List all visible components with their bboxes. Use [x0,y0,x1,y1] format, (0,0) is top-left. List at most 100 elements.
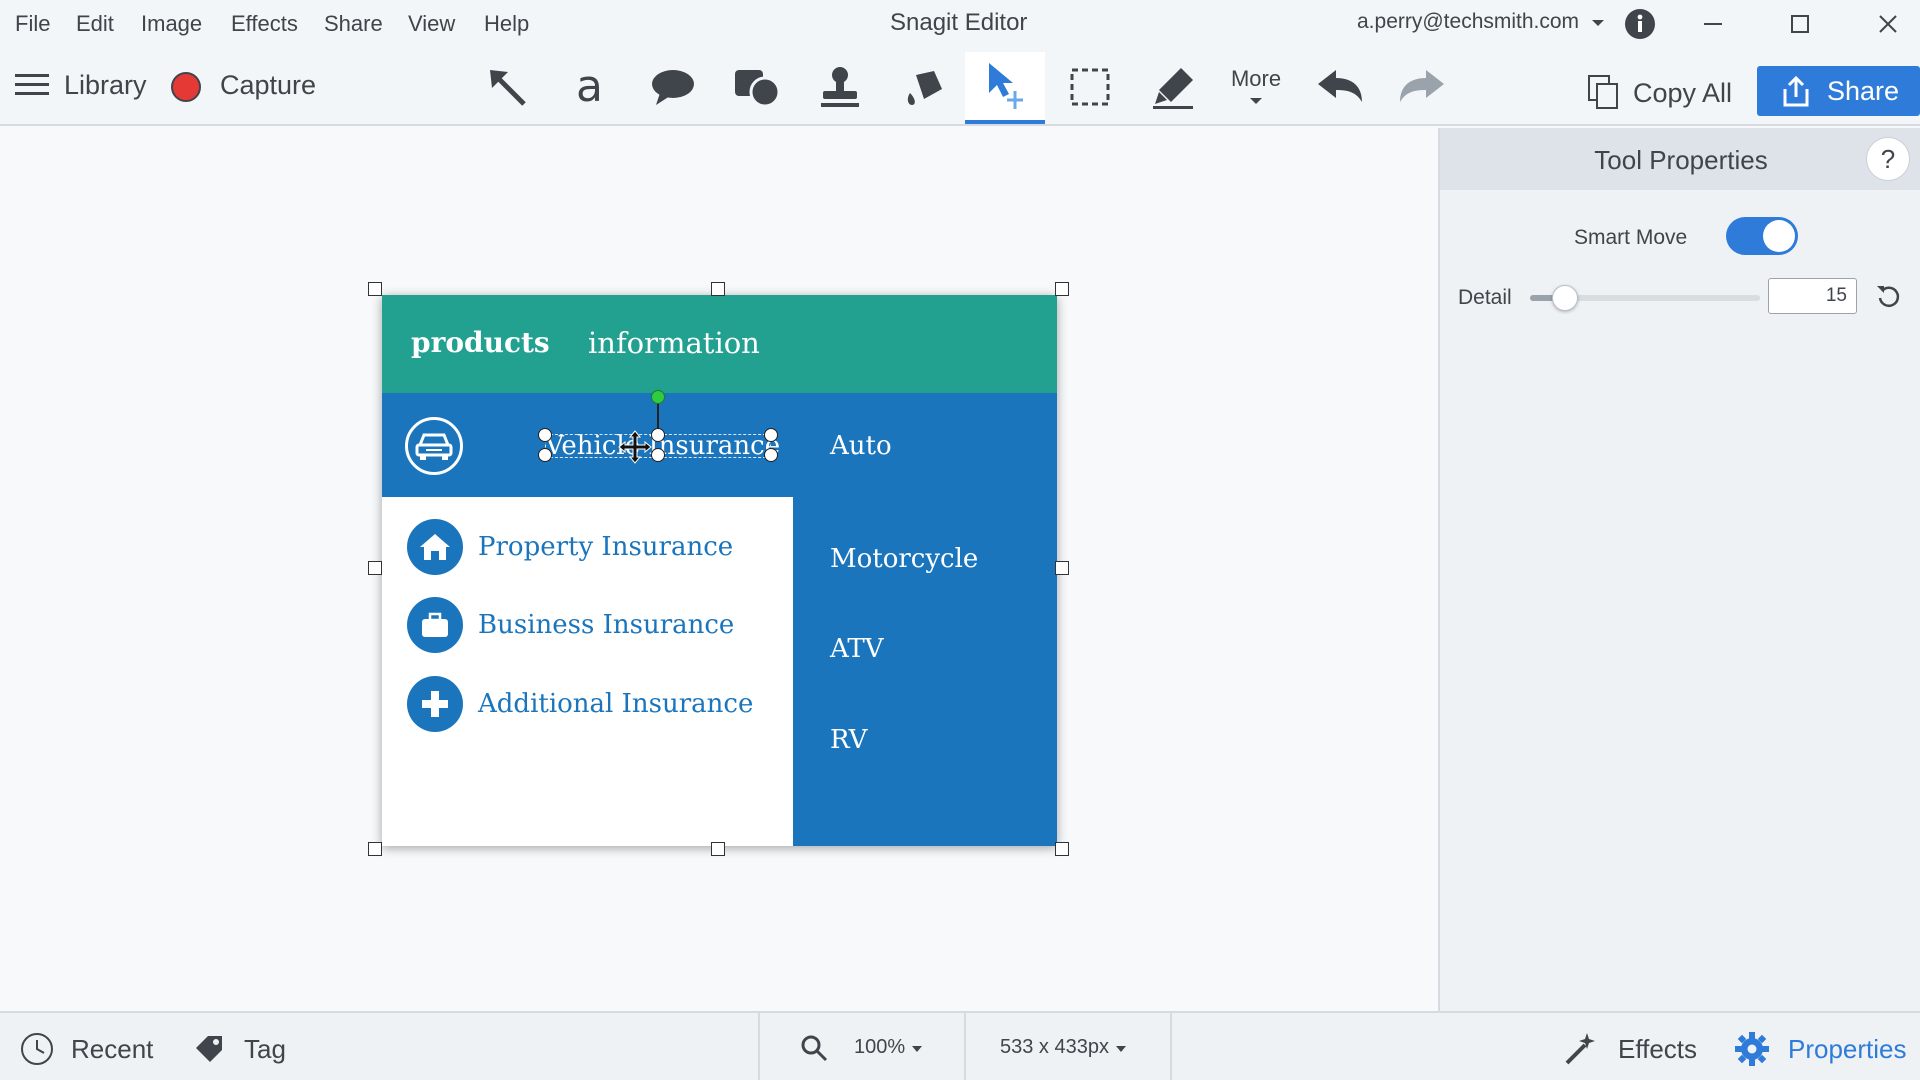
share-icon [1783,75,1809,107]
image-brand-regular: information [588,326,760,360]
image-sublinks: Motorcycle ATV RV [793,497,1057,846]
text-handle-s[interactable] [651,448,665,462]
copy-all-label[interactable]: Copy All [1633,78,1732,109]
stamp-tool[interactable] [800,54,880,120]
move-icon [989,63,1023,109]
resize-handle-nw[interactable] [368,282,382,296]
callout-tool[interactable] [633,54,713,120]
panel-header: Tool Properties ? [1440,128,1920,190]
stamp-icon [821,67,859,107]
highlighter-tool[interactable] [1134,54,1214,120]
close-button[interactable] [1868,6,1908,42]
text-handle-ne[interactable] [764,428,778,442]
menu-effects[interactable]: Effects [231,11,298,37]
share-button[interactable]: Share [1757,66,1920,116]
undo-button[interactable] [1300,54,1380,120]
briefcase-icon [407,597,463,653]
zoom-dropdown[interactable]: 100% [854,1036,923,1059]
capture-button[interactable] [170,71,202,108]
redo-button[interactable] [1382,54,1462,120]
text-icon: a [576,65,603,109]
text-handle-se[interactable] [764,448,778,462]
arrow-tool[interactable] [467,54,547,120]
resize-handle-se[interactable] [1055,842,1069,856]
menu-edit[interactable]: Edit [76,11,114,37]
recent-button[interactable] [20,1032,54,1071]
zoom-value: 100% [854,1036,906,1058]
move-cursor-icon [618,430,652,469]
rotate-handle[interactable] [651,390,665,404]
app-title: Snagit Editor [890,9,1028,36]
copy-all-button[interactable] [1587,74,1621,115]
menu-view[interactable]: View [408,11,455,37]
text-handle-sw[interactable] [538,448,552,462]
menu-file[interactable]: File [15,11,50,37]
hamburger-menu-button[interactable] [15,72,49,103]
list-item: Additional Insurance [407,676,753,732]
tool-properties-panel: Tool Properties ? Smart Move Detail [1438,128,1920,1011]
library-button[interactable]: Library [64,70,147,101]
resize-handle-s[interactable] [711,842,725,856]
effects-button[interactable] [1563,1031,1599,1072]
clock-icon [21,1033,53,1065]
menu-help[interactable]: Help [484,11,529,37]
status-bar: Recent Tag 100% 533 x 433px Effects Prop… [0,1011,1920,1080]
dimensions-value: 533 x 433px [1000,1036,1109,1058]
image-header: products information [382,295,1057,393]
move-tool[interactable] [965,52,1045,124]
properties-label[interactable]: Properties [1788,1034,1907,1065]
info-button[interactable] [1620,6,1660,42]
text-handle-nw[interactable] [538,428,552,442]
image-link-motorcycle: Motorcycle [830,544,979,574]
fill-tool[interactable] [884,54,964,120]
resize-handle-e[interactable] [1055,561,1069,575]
smart-move-toggle[interactable] [1726,217,1798,255]
smart-move-label: Smart Move [1574,226,1688,249]
account-menu[interactable]: a.perry@techsmith.com [1357,10,1605,34]
menu-image[interactable]: Image [141,11,202,37]
resize-handle-w[interactable] [368,561,382,575]
callout-icon [652,70,694,105]
menu-share[interactable]: Share [324,11,383,37]
recent-label[interactable]: Recent [71,1034,153,1065]
zoom-button[interactable] [800,1034,828,1067]
capture-label[interactable]: Capture [220,70,316,101]
minimize-button[interactable] [1693,6,1733,42]
shape-tool[interactable] [717,54,797,120]
hamburger-icon [15,74,49,95]
canvas-image[interactable]: products information Vehicle Insurance A… [382,295,1057,846]
help-button[interactable]: ? [1866,137,1910,181]
undo-icon [1318,70,1362,102]
resize-handle-n[interactable] [711,282,725,296]
maximize-button[interactable] [1780,6,1820,42]
redo-icon [1400,70,1444,102]
reset-detail-button[interactable] [1876,283,1902,314]
toolbar: Library Capture a More Copy All Share [0,46,1920,126]
image-link-rv: RV [830,725,868,755]
chevron-down-icon [1115,1046,1126,1052]
effects-label[interactable]: Effects [1618,1034,1697,1065]
selection-tool[interactable] [1050,54,1130,120]
detail-slider-thumb[interactable] [1552,285,1578,311]
more-tools-button[interactable]: More [1230,66,1282,110]
tag-button[interactable] [194,1034,224,1069]
record-icon [171,72,201,102]
properties-button[interactable] [1734,1031,1770,1072]
svg-text:a: a [576,65,603,109]
magic-wand-icon [1565,1033,1595,1065]
search-icon [801,1035,828,1062]
resize-handle-sw[interactable] [368,842,382,856]
text-tool[interactable]: a [550,54,630,120]
divider [964,1013,966,1080]
detail-input[interactable] [1768,278,1857,314]
list-item: Property Insurance [407,519,733,575]
car-icon [405,417,463,475]
tag-label[interactable]: Tag [244,1034,286,1065]
shape-icon [735,70,781,108]
dimensions-dropdown[interactable]: 533 x 433px [1000,1036,1127,1059]
text-handle-n[interactable] [651,428,665,442]
list-item: Business Insurance [407,597,734,653]
detail-label: Detail [1458,286,1512,309]
resize-handle-ne[interactable] [1055,282,1069,296]
panel-title: Tool Properties [1594,145,1768,175]
